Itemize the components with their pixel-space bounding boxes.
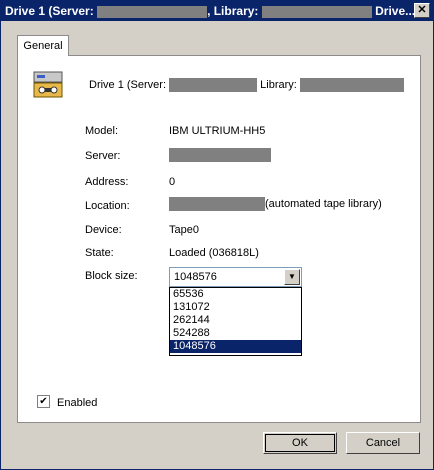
library-label: Library:: [260, 79, 297, 91]
location-suffix: (automated tape library): [265, 197, 382, 210]
redacted-server-name: [169, 78, 258, 92]
tab-general[interactable]: General: [17, 35, 69, 56]
state-label: State:: [85, 247, 114, 259]
server-label: Server:: [85, 150, 121, 162]
tape-drive-icon: [33, 69, 63, 102]
redacted-location: [169, 197, 265, 211]
title-prefix: Drive 1 (Server:: [5, 4, 94, 18]
model-value: IBM ULTRIUM-HH5: [169, 125, 266, 137]
ok-button[interactable]: OK: [263, 432, 337, 454]
close-button[interactable]: ✕: [414, 3, 430, 18]
dropdown-option-selected[interactable]: 1048576: [170, 340, 301, 353]
window-title: Drive 1 (Server: , Library: Drive...: [5, 4, 415, 18]
redacted-library-name: [299, 78, 404, 92]
device-label: Device:: [85, 224, 122, 236]
cancel-button[interactable]: Cancel: [346, 432, 420, 454]
block-size-dropdown-list: 65536 131072 262144 524288 1048576: [169, 287, 302, 356]
drive-label: Drive 1 (Server:: [89, 79, 167, 91]
title-suffix: Drive...: [375, 4, 416, 18]
dropdown-option[interactable]: 65536: [170, 288, 301, 301]
dialog-window: Drive 1 (Server: , Library: Drive... ✕ G…: [0, 0, 434, 470]
dropdown-option[interactable]: 262144: [170, 314, 301, 327]
drive-header: Drive 1 (Server: Library:: [89, 78, 404, 92]
block-size-label: Block size:: [85, 270, 138, 282]
location-value: (automated tape library): [169, 197, 382, 211]
block-size-selected-value: 1048576: [174, 271, 217, 283]
address-label: Address:: [85, 176, 129, 188]
checkmark-icon: ✔: [39, 396, 48, 407]
dropdown-arrow-button[interactable]: ▼: [284, 269, 300, 285]
title-library-label: , Library:: [207, 4, 259, 18]
block-size-select[interactable]: 1048576 ▼: [169, 267, 302, 287]
state-value: Loaded (036818L): [169, 247, 259, 259]
address-value: 0: [169, 176, 176, 188]
title-bar[interactable]: Drive 1 (Server: , Library: Drive... ✕: [1, 1, 433, 21]
enabled-label[interactable]: Enabled: [57, 397, 97, 409]
redacted-server-value: [169, 148, 271, 162]
location-label: Location:: [85, 200, 130, 212]
device-value: Tape0: [169, 224, 199, 236]
general-panel: [17, 55, 421, 423]
dropdown-option[interactable]: 131072: [170, 301, 301, 314]
dropdown-option[interactable]: 524288: [170, 327, 301, 340]
close-icon: ✕: [417, 4, 427, 16]
redacted-server-name: [97, 5, 208, 18]
redacted-library-name: [261, 5, 372, 18]
model-label: Model:: [85, 125, 119, 137]
chevron-down-icon: ▼: [288, 272, 296, 281]
enabled-checkbox[interactable]: ✔: [37, 395, 50, 408]
